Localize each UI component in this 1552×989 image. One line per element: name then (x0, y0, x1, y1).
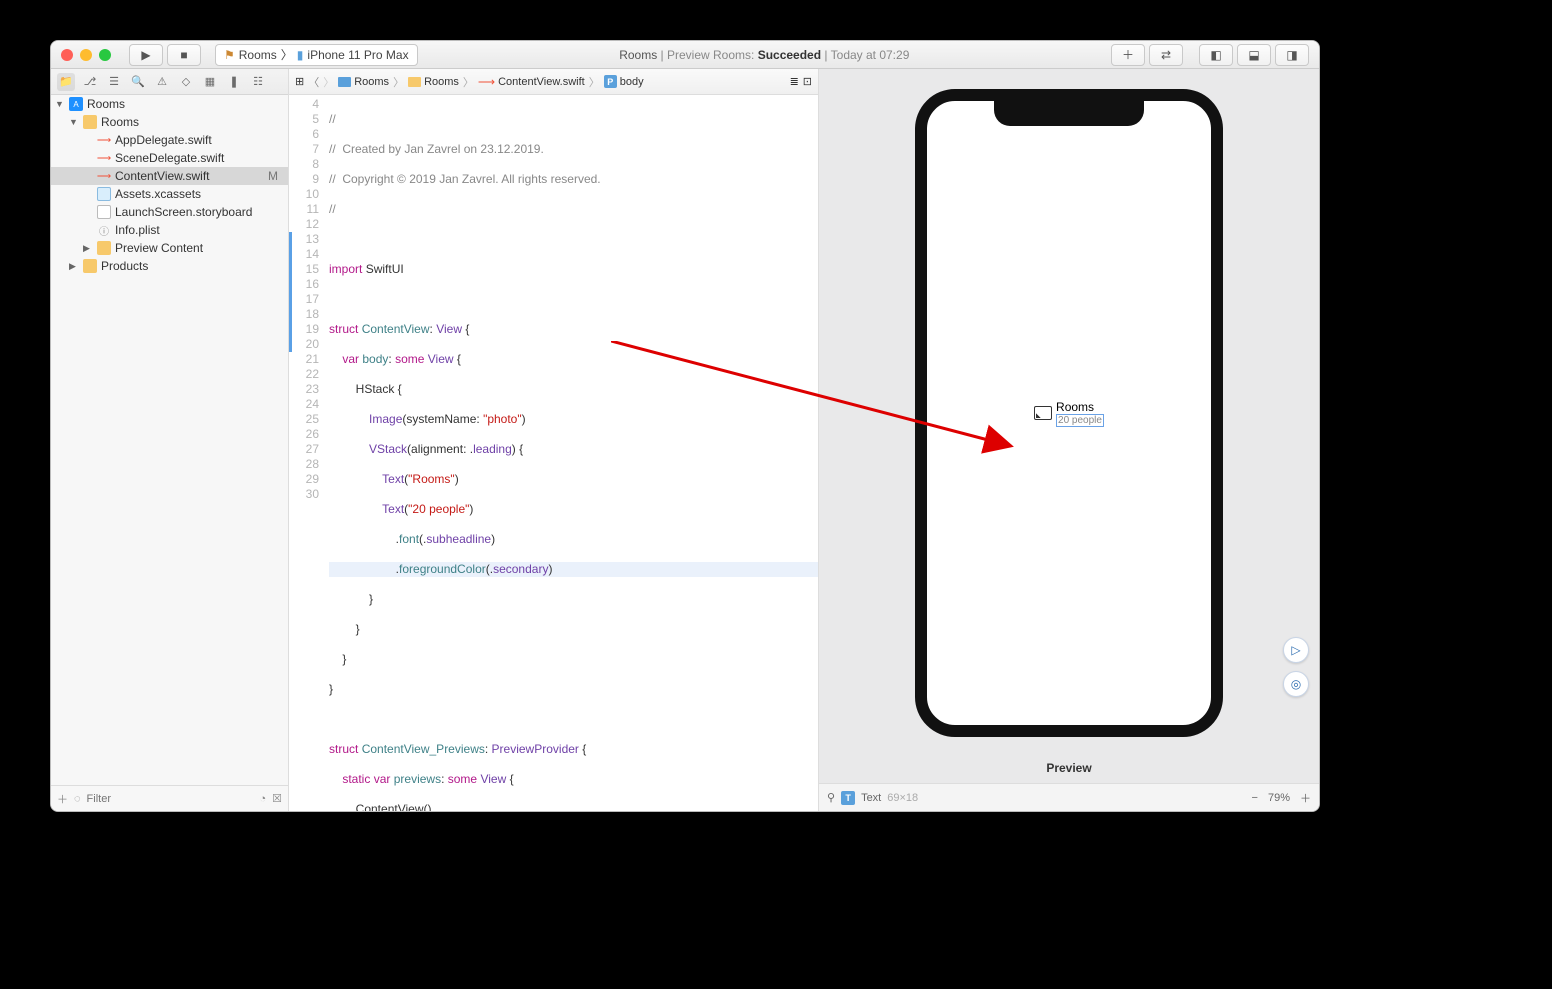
tree-group-preview-content[interactable]: ▶ Preview Content (51, 239, 288, 257)
adjust-editor-icon[interactable]: ⊡ (803, 75, 812, 88)
tree-file-contentview[interactable]: ⟶ContentView.swift M (51, 167, 288, 185)
toggle-inspector-button[interactable]: ◨ (1275, 44, 1309, 66)
project-navigator[interactable]: ▼A Rooms ▼ Rooms ⟶AppDelegate.swift ⟶Sce… (51, 95, 288, 785)
debug-navigator-tab[interactable]: ▦ (201, 73, 219, 91)
selected-type-label: Text (861, 792, 881, 804)
issue-navigator-tab[interactable]: ⚠ (153, 73, 171, 91)
scheme-device: iPhone 11 Pro Max (307, 48, 408, 62)
close-window-button[interactable] (61, 49, 73, 61)
project-navigator-tab[interactable]: 📁 (57, 73, 75, 91)
zoom-window-button[interactable] (99, 49, 111, 61)
test-navigator-tab[interactable]: ◇ (177, 73, 195, 91)
scheme-project: Rooms (239, 48, 277, 62)
tree-project-root[interactable]: ▼A Rooms (51, 95, 288, 113)
code-review-button[interactable]: ⇄ (1149, 44, 1183, 66)
back-button[interactable]: 〈 (308, 74, 319, 90)
navigator-panel: 📁 ⎇ ☰ 🔍 ⚠ ◇ ▦ ❚ ☷ ▼A Rooms ▼ Rooms (51, 69, 289, 811)
run-button[interactable]: ▶ (129, 44, 163, 66)
preview-label: Preview (819, 757, 1319, 783)
navigator-filter-bar: ＋ ◌ ◔ ☒ (51, 785, 288, 811)
titlebar: ▶ ■ ⚑ Rooms 〉 ▮ iPhone 11 Pro Max Rooms … (51, 41, 1319, 69)
preview-inspect-button[interactable]: ◎ (1283, 671, 1309, 697)
minimize-window-button[interactable] (80, 49, 92, 61)
navigator-tabs: 📁 ⎇ ☰ 🔍 ⚠ ◇ ▦ ❚ ☷ (51, 69, 288, 95)
find-navigator-tab[interactable]: 🔍 (129, 73, 147, 91)
tree-file-launchscreen[interactable]: LaunchScreen.storyboard (51, 203, 288, 221)
activity-viewer: Rooms | Preview Rooms: Succeeded | Today… (426, 48, 1103, 62)
line-gutter: 4567891011121314151617181920212223242526… (289, 95, 325, 811)
symbol-navigator-tab[interactable]: ☰ (105, 73, 123, 91)
library-button[interactable]: ＋ (1111, 44, 1145, 66)
selected-size-label: 69×18 (887, 792, 918, 804)
breakpoint-navigator-tab[interactable]: ❚ (225, 73, 243, 91)
zoom-out-button[interactable]: − (1252, 792, 1258, 804)
add-target-button[interactable]: ＋ (57, 791, 68, 807)
tree-group-products[interactable]: ▶ Products (51, 257, 288, 275)
recent-filter-icon[interactable]: ◔ (259, 793, 266, 805)
selected-type-icon: T (841, 791, 855, 805)
related-items-icon[interactable]: ⊞ (295, 75, 304, 88)
tree-group-rooms[interactable]: ▼ Rooms (51, 113, 288, 131)
annotation-arrow (611, 341, 1081, 501)
jump-bar[interactable]: ⊞ 〈 〉 Rooms 〉 Rooms 〉 ⟶ContentView.swift… (289, 69, 818, 95)
tree-file-appdelegate[interactable]: ⟶AppDelegate.swift (51, 131, 288, 149)
xcode-window: ▶ ■ ⚑ Rooms 〉 ▮ iPhone 11 Pro Max Rooms … (50, 40, 1320, 812)
tree-file-info[interactable]: ⓘInfo.plist (51, 221, 288, 239)
zoom-in-button[interactable]: ＋ (1300, 790, 1311, 806)
forward-button[interactable]: 〉 (323, 74, 334, 90)
tree-file-scenedelegate[interactable]: ⟶SceneDelegate.swift (51, 149, 288, 167)
device-notch (994, 100, 1144, 126)
toggle-navigator-button[interactable]: ◧ (1199, 44, 1233, 66)
live-preview-button[interactable]: ▷ (1283, 637, 1309, 663)
zoom-level-label: 79% (1268, 792, 1290, 804)
source-control-navigator-tab[interactable]: ⎇ (81, 73, 99, 91)
scm-status-badge: M (268, 169, 282, 183)
tree-file-assets[interactable]: Assets.xcassets (51, 185, 288, 203)
scm-filter-icon[interactable]: ☒ (272, 792, 282, 805)
change-bar (289, 232, 292, 352)
scheme-selector[interactable]: ⚑ Rooms 〉 ▮ iPhone 11 Pro Max (215, 44, 418, 66)
toggle-debug-button[interactable]: ⬓ (1237, 44, 1271, 66)
editor-options-icon[interactable]: ≣ (790, 75, 799, 88)
filter-scope-icon[interactable]: ◌ (74, 793, 81, 805)
pin-preview-icon[interactable]: ⚲ (827, 791, 835, 804)
traffic-lights (61, 49, 111, 61)
stop-button[interactable]: ■ (167, 44, 201, 66)
report-navigator-tab[interactable]: ☷ (249, 73, 267, 91)
navigator-filter-input[interactable] (87, 793, 254, 805)
preview-footer: ⚲ T Text 69×18 − 79% ＋ (819, 783, 1319, 811)
